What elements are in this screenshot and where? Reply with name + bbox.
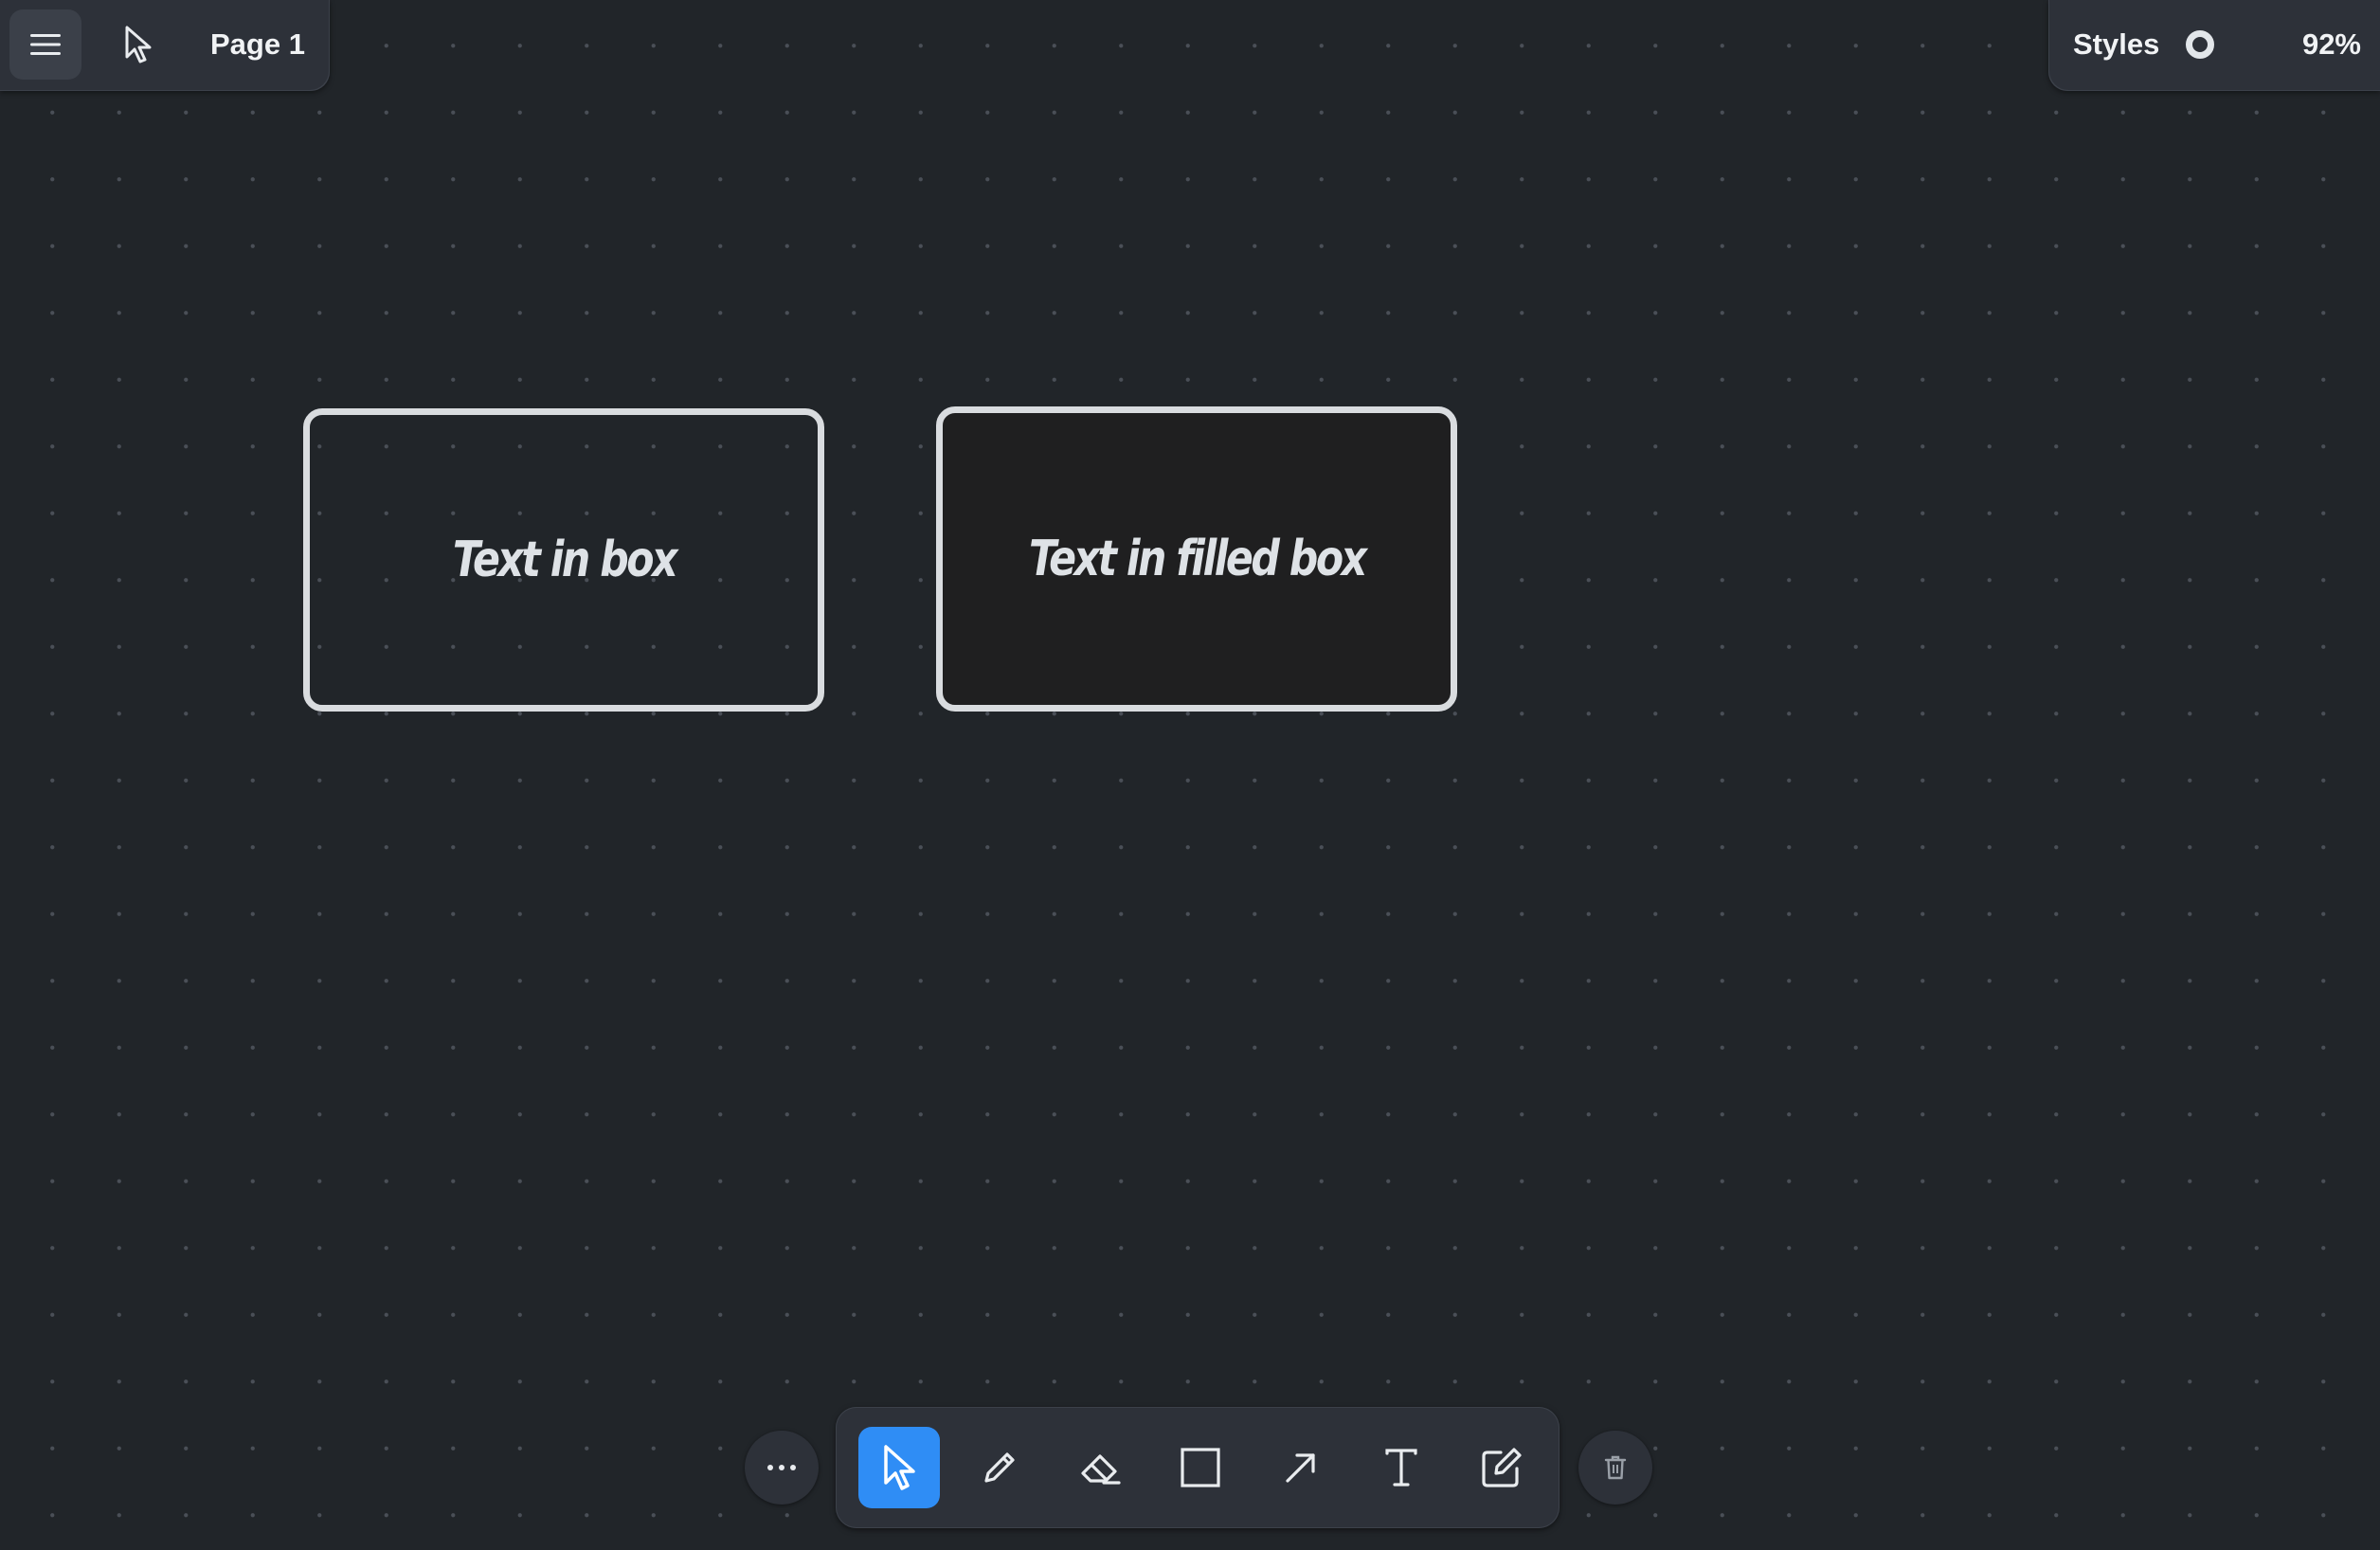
rectangle-icon (1181, 1448, 1220, 1487)
cursor-icon (125, 26, 152, 63)
tool-select[interactable] (858, 1427, 940, 1508)
tool-rectangle[interactable] (1160, 1427, 1241, 1508)
canvas-shape-rectangle[interactable]: Text in box (303, 408, 824, 712)
styles-label: Styles (2073, 27, 2160, 61)
styles-button[interactable]: Styles (2073, 13, 2215, 76)
canvas-shape-filled-rectangle[interactable]: Text in filled box (936, 406, 1457, 712)
tool-eraser[interactable] (1059, 1427, 1141, 1508)
shape-label: Text in filled box (1028, 531, 1367, 587)
note-edit-icon (1482, 1448, 1522, 1487)
tool-note[interactable] (1461, 1427, 1542, 1508)
zoom-level[interactable]: 92% (2302, 25, 2361, 64)
pencil-icon (984, 1452, 1015, 1483)
more-actions-button[interactable] (745, 1431, 819, 1505)
shape-label: Text in box (452, 532, 677, 588)
select-arrow-icon (884, 1445, 915, 1490)
text-icon (1385, 1449, 1417, 1487)
top-right-panel: Styles 92% (2048, 0, 2380, 91)
main-menu-button[interactable] (9, 9, 81, 80)
page-name[interactable]: Page 1 (210, 25, 305, 64)
arrow-icon (1286, 1453, 1315, 1483)
hamburger-menu-icon (30, 34, 61, 55)
more-horizontal-icon (767, 1465, 796, 1470)
delete-button[interactable] (1578, 1431, 1652, 1505)
tool-text[interactable] (1361, 1427, 1442, 1508)
cursor-chat-button[interactable] (112, 17, 165, 72)
top-left-panel: Page 1 (0, 0, 330, 91)
eraser-icon (1081, 1454, 1121, 1485)
tool-arrow[interactable] (1260, 1427, 1342, 1508)
tool-bar (836, 1407, 1560, 1528)
trash-icon (1604, 1455, 1627, 1480)
tool-draw[interactable] (959, 1427, 1040, 1508)
ring-swatch-icon (2186, 30, 2215, 59)
